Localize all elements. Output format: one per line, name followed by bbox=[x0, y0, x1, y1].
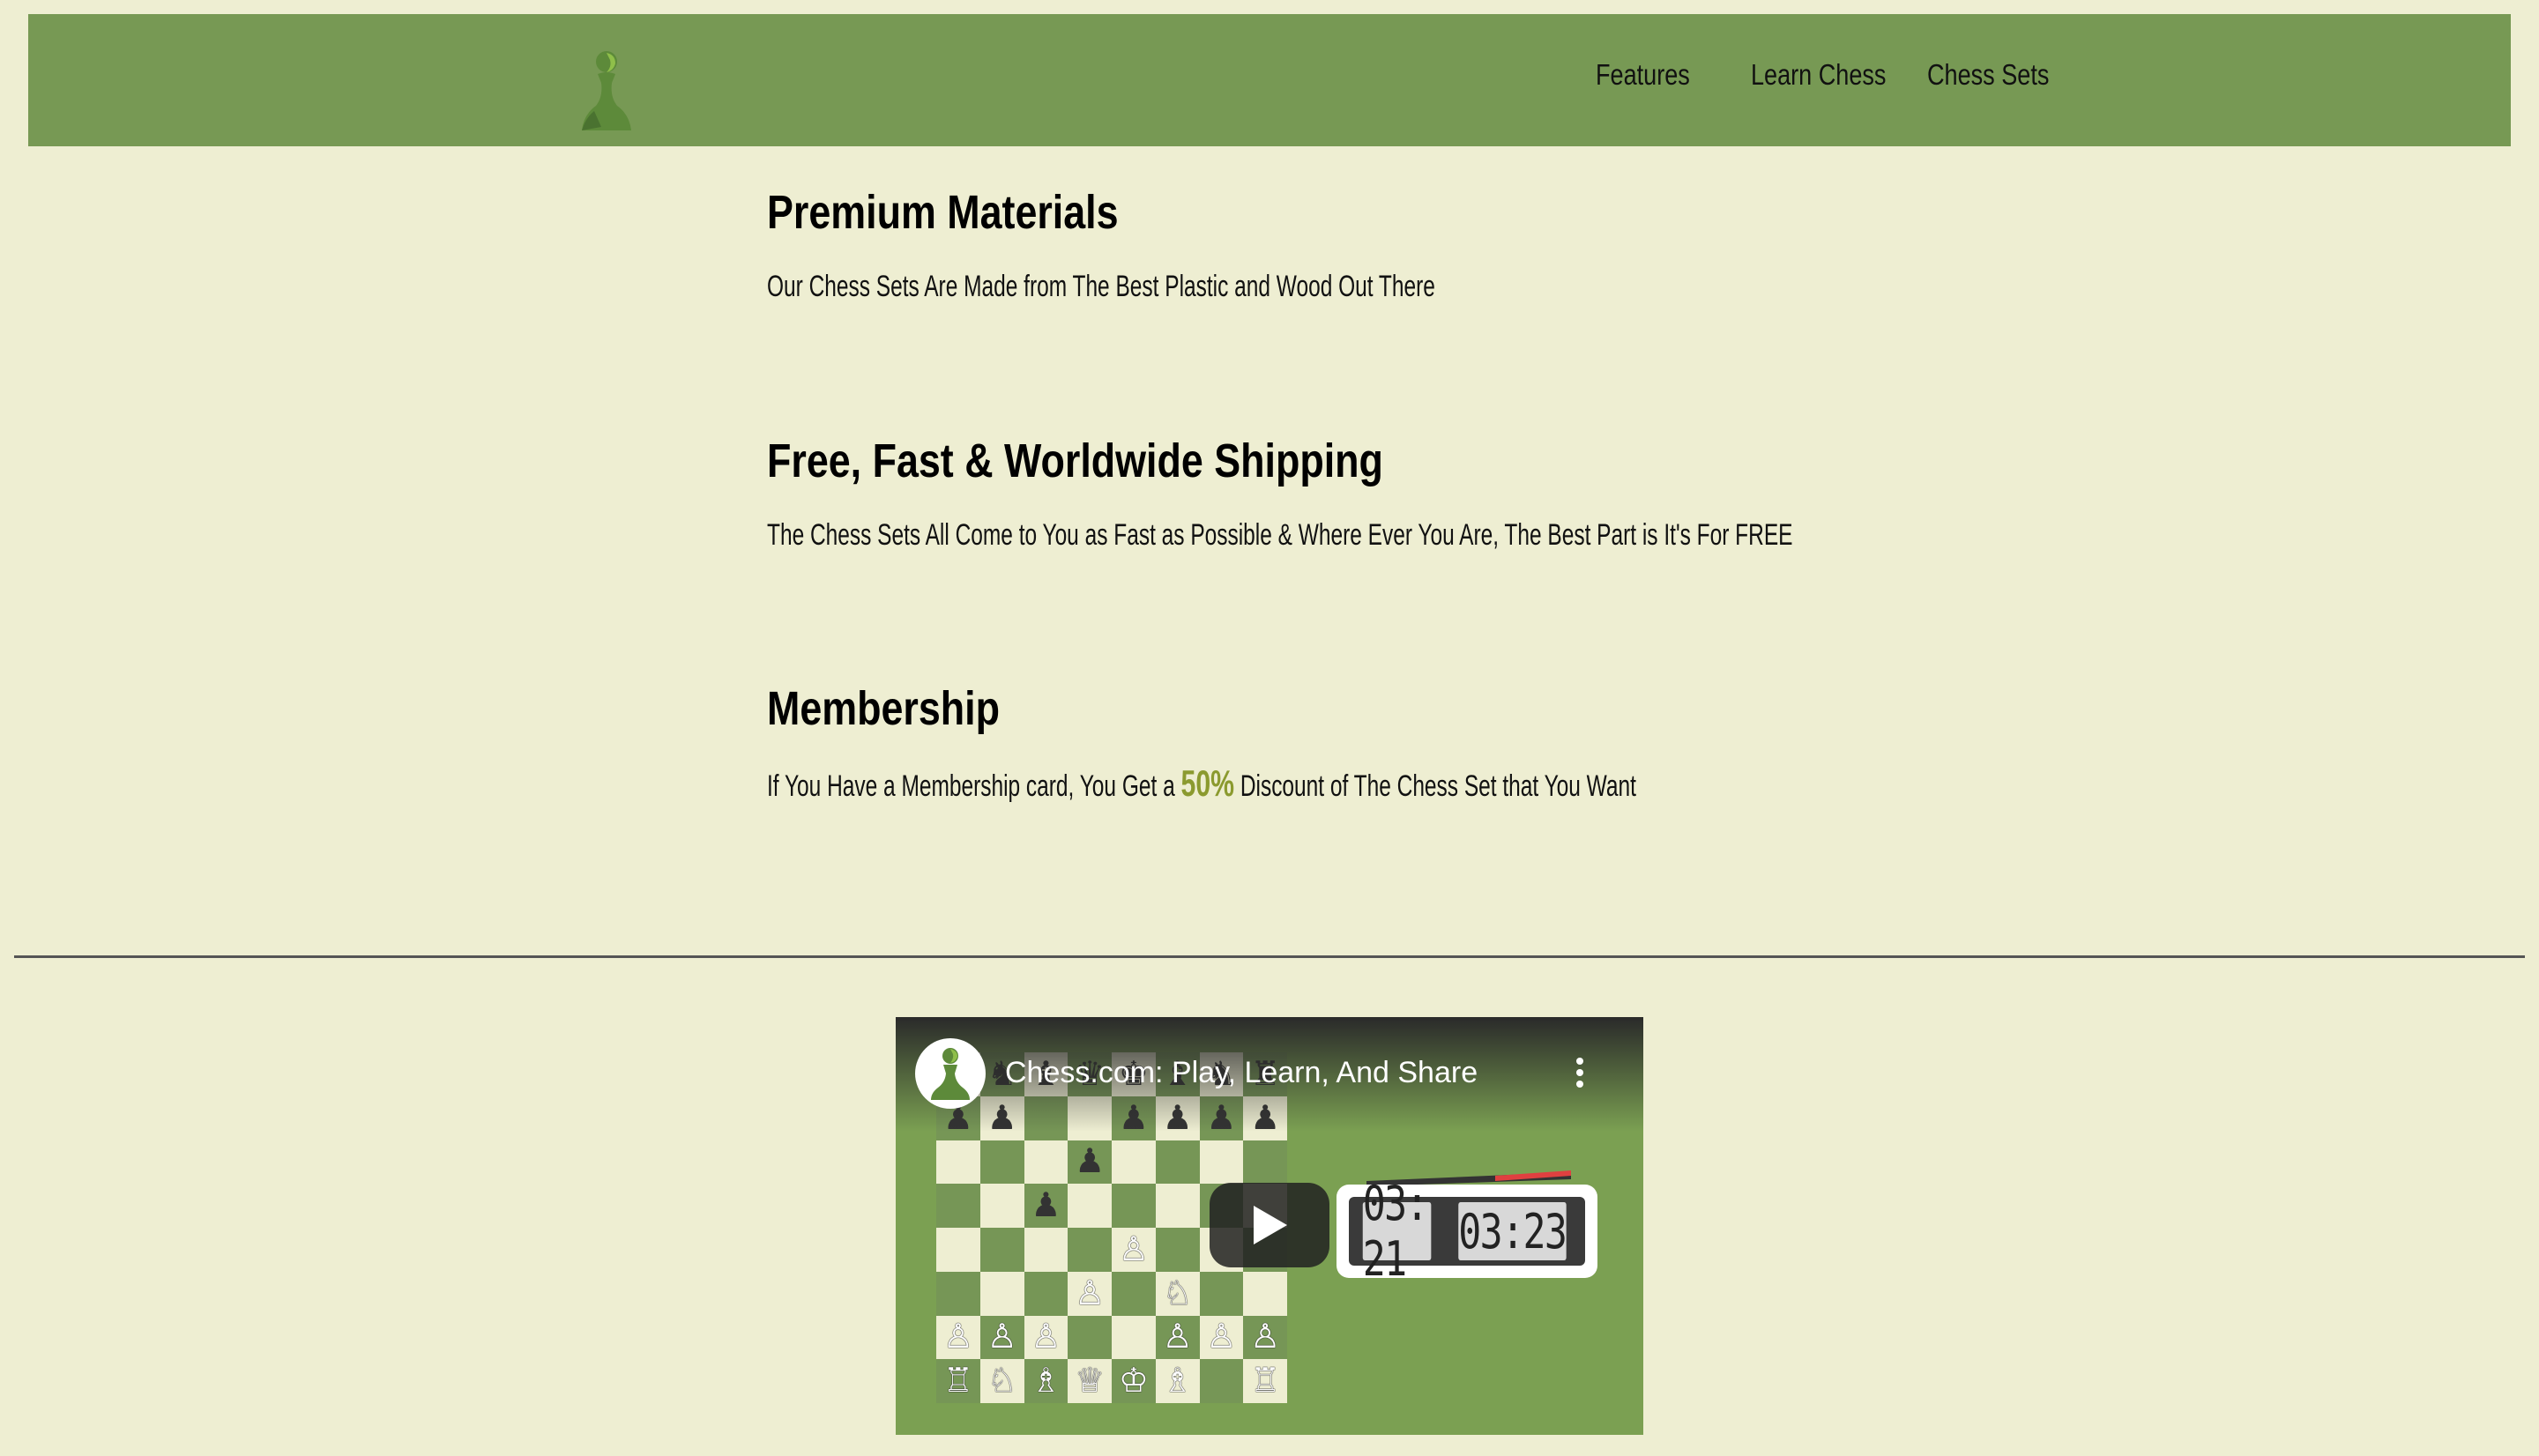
membership-text-after: Discount of The Chess Set that You Want bbox=[1240, 769, 1636, 803]
board-square bbox=[936, 1271, 980, 1316]
channel-avatar[interactable] bbox=[915, 1038, 986, 1109]
board-square bbox=[1155, 1140, 1200, 1185]
board-square bbox=[1112, 1140, 1156, 1185]
chess-pawn-logo-icon[interactable] bbox=[575, 48, 640, 136]
board-square bbox=[1068, 1228, 1112, 1272]
board-square bbox=[1024, 1228, 1068, 1272]
feature-text: The Chess Sets All Come to You as Fast a… bbox=[767, 518, 1793, 552]
play-button[interactable] bbox=[1210, 1183, 1329, 1267]
white-bishop-icon: ♗ bbox=[1162, 1363, 1193, 1400]
nav-link-features[interactable]: Features bbox=[1596, 58, 1690, 92]
white-pawn-icon: ♙ bbox=[1250, 1319, 1281, 1356]
nav-links: Features Learn Chess Chess Sets bbox=[1596, 58, 2059, 92]
white-pawn-icon: ♙ bbox=[1075, 1274, 1106, 1312]
feature-text: Our Chess Sets Are Made from The Best Pl… bbox=[767, 270, 1435, 303]
play-icon bbox=[1254, 1206, 1287, 1244]
board-square: ♘ bbox=[979, 1359, 1024, 1403]
video-embed[interactable]: ♜♞♝♛♚♝♞♜♟♟♟♟♟♟♟♟♙♙♘♙♙♙♙♙♙♖♘♗♕♔♗♖ 03: 21 … bbox=[896, 1017, 1643, 1435]
white-rook-icon: ♖ bbox=[942, 1363, 973, 1400]
white-knight-icon: ♘ bbox=[987, 1363, 1017, 1400]
board-square bbox=[1199, 1140, 1244, 1185]
board-square bbox=[1155, 1228, 1200, 1272]
board-square bbox=[1112, 1184, 1156, 1228]
board-square bbox=[1068, 1184, 1112, 1228]
board-square: ♟ bbox=[1068, 1140, 1112, 1185]
board-square: ♙ bbox=[936, 1315, 980, 1360]
board-square: ♘ bbox=[1155, 1271, 1200, 1316]
board-square: ♙ bbox=[1243, 1315, 1287, 1360]
board-square bbox=[1199, 1271, 1244, 1316]
nav-link-learn-chess[interactable]: Learn Chess bbox=[1751, 58, 1886, 92]
board-square bbox=[1199, 1359, 1244, 1403]
board-square bbox=[936, 1184, 980, 1228]
membership-text-before: If You Have a Membership card, You Get a bbox=[767, 769, 1175, 803]
navbar: Features Learn Chess Chess Sets bbox=[28, 14, 2511, 146]
white-bishop-icon: ♗ bbox=[1031, 1363, 1061, 1400]
white-pawn-icon: ♙ bbox=[942, 1319, 973, 1356]
board-square bbox=[936, 1140, 980, 1185]
board-square bbox=[979, 1228, 1024, 1272]
board-square: ♕ bbox=[1068, 1359, 1112, 1403]
board-square bbox=[979, 1271, 1024, 1316]
board-square: ♙ bbox=[1155, 1315, 1200, 1360]
white-king-icon: ♔ bbox=[1118, 1363, 1149, 1400]
board-square: ♗ bbox=[1024, 1359, 1068, 1403]
white-pawn-icon: ♙ bbox=[1162, 1319, 1193, 1356]
board-square bbox=[1243, 1271, 1287, 1316]
board-square bbox=[979, 1140, 1024, 1185]
more-options-icon[interactable] bbox=[1575, 1058, 1585, 1093]
board-square bbox=[1243, 1140, 1287, 1185]
nav-link-chess-sets[interactable]: Chess Sets bbox=[1927, 58, 2049, 92]
board-square: ♙ bbox=[1024, 1315, 1068, 1360]
feature-premium-materials: Premium Materials Our Chess Sets Are Mad… bbox=[767, 185, 1695, 304]
discount-highlight: 50% bbox=[1180, 762, 1235, 804]
board-square: ♔ bbox=[1112, 1359, 1156, 1403]
board-square: ♙ bbox=[979, 1315, 1024, 1360]
section-divider bbox=[14, 955, 2525, 958]
clock-right-time: 03:23 bbox=[1458, 1202, 1567, 1260]
feature-title: Membership bbox=[767, 682, 1001, 735]
feature-shipping: Free, Fast & Worldwide Shipping The Ches… bbox=[767, 434, 2192, 553]
board-square: ♟ bbox=[1024, 1184, 1068, 1228]
clock-face: 03: 21 03:23 bbox=[1349, 1176, 1585, 1287]
feature-text: If You Have a Membership card, You Get a… bbox=[767, 762, 1636, 805]
board-square: ♙ bbox=[1068, 1271, 1112, 1316]
board-square bbox=[1112, 1271, 1156, 1316]
white-pawn-icon: ♙ bbox=[1118, 1230, 1149, 1268]
black-pawn-icon: ♟ bbox=[1075, 1143, 1106, 1181]
chess-pawn-icon bbox=[931, 1048, 970, 1100]
board-square bbox=[1112, 1315, 1156, 1360]
board-square: ♙ bbox=[1199, 1315, 1244, 1360]
board-square bbox=[936, 1228, 980, 1272]
board-square bbox=[979, 1184, 1024, 1228]
board-square bbox=[1155, 1184, 1200, 1228]
board-square: ♗ bbox=[1155, 1359, 1200, 1403]
white-pawn-icon: ♙ bbox=[1031, 1319, 1061, 1356]
white-rook-icon: ♖ bbox=[1250, 1363, 1281, 1400]
feature-title: Premium Materials bbox=[767, 186, 1119, 239]
white-pawn-icon: ♙ bbox=[987, 1319, 1017, 1356]
board-square bbox=[1024, 1140, 1068, 1185]
board-square: ♖ bbox=[1243, 1359, 1287, 1403]
black-pawn-icon: ♟ bbox=[1031, 1187, 1061, 1225]
white-knight-icon: ♘ bbox=[1162, 1274, 1193, 1312]
video-title[interactable]: Chess.com: Play, Learn, And Share bbox=[1005, 1056, 1478, 1090]
feature-title: Free, Fast & Worldwide Shipping bbox=[767, 435, 1383, 487]
clock-left-time: 03: 21 bbox=[1362, 1176, 1432, 1287]
white-pawn-icon: ♙ bbox=[1206, 1319, 1237, 1356]
white-queen-icon: ♕ bbox=[1075, 1363, 1106, 1400]
board-square bbox=[1068, 1315, 1112, 1360]
feature-membership: Membership If You Have a Membership card… bbox=[767, 681, 1974, 805]
board-square bbox=[1024, 1271, 1068, 1316]
board-square: ♙ bbox=[1112, 1228, 1156, 1272]
board-square: ♖ bbox=[936, 1359, 980, 1403]
chess-clock: 03: 21 03:23 bbox=[1337, 1176, 1597, 1287]
